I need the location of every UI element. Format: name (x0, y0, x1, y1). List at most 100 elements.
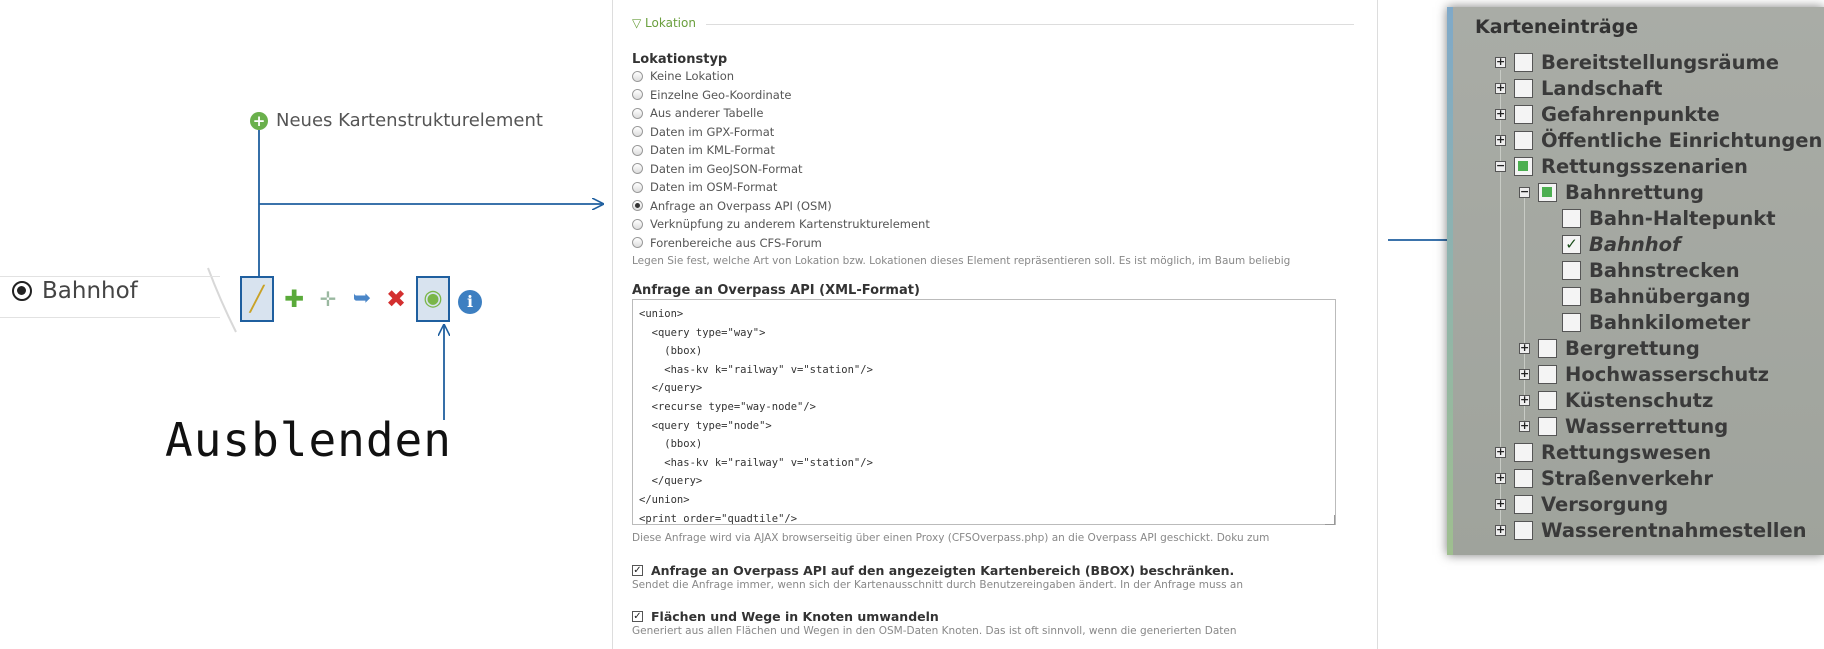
tree-checkbox[interactable] (1514, 78, 1533, 98)
tree-checkbox[interactable] (1514, 130, 1533, 150)
tree-item[interactable]: + Gefahrenpunkte (1495, 101, 1720, 127)
radio-button[interactable] (632, 70, 643, 82)
bbox-checkbox[interactable]: ✓ (632, 565, 643, 576)
expand-icon[interactable]: + (1495, 108, 1506, 120)
fieldset-legend-lokation[interactable]: ▽ Lokation (632, 16, 696, 30)
delete-icon[interactable]: ✖ (382, 281, 410, 317)
radio-option[interactable]: Daten im KML-Format (632, 141, 930, 160)
nodes-option[interactable]: ✓ Flächen und Wege in Knoten umwandeln (632, 609, 939, 624)
expand-icon[interactable]: + (1519, 394, 1530, 406)
tree-item[interactable]: + Wasserrettung (1519, 413, 1728, 439)
radio-button[interactable] (632, 218, 643, 230)
tree-item-label: Öffentliche Einrichtungen (1541, 128, 1823, 152)
expand-icon[interactable]: + (1519, 342, 1530, 354)
tree-checkbox[interactable] (1562, 208, 1581, 228)
tree-item[interactable]: + Wasserentnahmestellen (1495, 517, 1807, 543)
tree-checkbox[interactable] (1538, 338, 1557, 358)
tree-checkbox[interactable] (1538, 364, 1557, 384)
tree-item[interactable]: + Versorgung (1495, 491, 1668, 517)
info-icon[interactable]: i (456, 281, 484, 317)
radio-label: Daten im GPX-Format (650, 124, 775, 139)
expand-icon[interactable]: + (1495, 498, 1506, 510)
radio-option[interactable]: Daten im GPX-Format (632, 123, 930, 142)
tree-checkbox[interactable] (1538, 390, 1557, 410)
radio-button[interactable] (632, 107, 643, 119)
radio-option[interactable]: Daten im GeoJSON-Format (632, 160, 930, 179)
collapse-icon[interactable]: − (1519, 186, 1530, 198)
radio-button-selected[interactable] (632, 200, 643, 212)
radio-option[interactable]: Daten im OSM-Format (632, 178, 930, 197)
tree-item[interactable]: − Bahnrettung (1519, 179, 1704, 205)
radio-label: Daten im OSM-Format (650, 180, 778, 195)
resize-handle-icon[interactable] (1325, 515, 1335, 525)
tree-item[interactable]: + Hochwasserschutz (1519, 361, 1769, 387)
radio-button[interactable] (632, 144, 643, 156)
tree-checkbox[interactable]: ✓ (1562, 234, 1581, 254)
tree-item[interactable]: + Landschaft (1495, 75, 1662, 101)
location-type-radio-group: Keine Lokation Einzelne Geo-Koordinate A… (632, 67, 930, 252)
tree-item[interactable]: + Straßenverkehr (1495, 465, 1713, 491)
collapse-icon[interactable]: − (1495, 160, 1506, 172)
tree-item[interactable]: Bahnübergang (1543, 283, 1750, 309)
expand-icon[interactable]: + (1495, 82, 1506, 94)
add-icon[interactable]: ✚ (280, 281, 308, 317)
new-map-element-action[interactable]: + Neues Kartenstrukturelement (250, 110, 543, 131)
tree-item[interactable]: + Bergrettung (1519, 335, 1700, 361)
move-icon[interactable]: ➥ (348, 281, 376, 317)
overpass-query-textarea[interactable]: <union> <query type="way"> (bbox) <has-k… (632, 299, 1336, 525)
radio-option-selected[interactable]: Anfrage an Overpass API (OSM) (632, 197, 930, 216)
add-child-icon[interactable]: ✛ (314, 281, 342, 317)
tree-checkbox[interactable] (1562, 312, 1581, 332)
radio-button[interactable] (632, 126, 643, 138)
tree-item[interactable]: − Rettungsszenarien (1495, 153, 1748, 179)
tree-checkbox[interactable] (1514, 494, 1533, 514)
tree-checkbox[interactable] (1562, 260, 1581, 280)
radio-button[interactable] (632, 237, 643, 249)
location-type-label: Lokationstyp (632, 52, 728, 67)
tree-node-bahnhof[interactable]: Bahnhof (12, 278, 138, 304)
tree-item-label: Bahnhof (1589, 232, 1681, 256)
bbox-option[interactable]: ✓ Anfrage an Overpass API auf den angeze… (632, 563, 1234, 578)
radio-option[interactable]: Einzelne Geo-Koordinate (632, 86, 930, 105)
radio-button[interactable] (632, 181, 643, 193)
expand-icon[interactable]: + (1495, 446, 1506, 458)
tree-checkbox[interactable] (1538, 416, 1557, 436)
tree-checkbox[interactable] (1514, 520, 1533, 540)
tree-item[interactable]: + Bereitstellungsräume (1495, 49, 1779, 75)
radio-label: Daten im KML-Format (650, 143, 775, 158)
tree-checkbox[interactable] (1514, 156, 1533, 176)
tree-item[interactable]: + Küstenschutz (1519, 387, 1713, 413)
tree-checkbox[interactable] (1562, 286, 1581, 306)
tree-item[interactable]: + Rettungswesen (1495, 439, 1711, 465)
tree-checkbox[interactable] (1514, 468, 1533, 488)
nodes-hint: Generiert aus allen Flächen und Wegen in… (632, 625, 1237, 637)
expand-icon[interactable]: + (1519, 368, 1530, 380)
expand-icon[interactable]: + (1495, 134, 1506, 146)
radio-option[interactable]: Forenbereiche aus CFS-Forum (632, 234, 930, 253)
expand-icon[interactable]: + (1495, 472, 1506, 484)
tree-checkbox[interactable] (1514, 104, 1533, 124)
radio-option[interactable]: Aus anderer Tabelle (632, 104, 930, 123)
nodes-checkbox[interactable]: ✓ (632, 611, 643, 622)
radio-option[interactable]: Keine Lokation (632, 67, 930, 86)
radio-option[interactable]: Verknüpfung zu anderem Kartenstrukturele… (632, 215, 930, 234)
expand-icon[interactable]: + (1519, 420, 1530, 432)
tree-item[interactable]: ✓ Bahnhof (1543, 231, 1681, 257)
radio-button[interactable] (632, 163, 643, 175)
tree-checkbox[interactable] (1514, 52, 1533, 72)
radio-label: Daten im GeoJSON-Format (650, 161, 803, 176)
tree-item-label: Gefahrenpunkte (1541, 102, 1720, 126)
visibility-eye-icon[interactable]: ◉ (416, 276, 450, 322)
tree-checkbox[interactable] (1538, 182, 1557, 202)
tree-item[interactable]: Bahnstrecken (1543, 257, 1740, 283)
expand-icon[interactable]: + (1495, 524, 1506, 536)
tree-item[interactable]: + Öffentliche Einrichtungen (1495, 127, 1822, 153)
tree-checkbox[interactable] (1514, 442, 1533, 462)
radio-label: Keine Lokation (650, 69, 735, 84)
radio-button[interactable] (632, 89, 643, 101)
tree-item[interactable]: Bahn-Haltepunkt (1543, 205, 1776, 231)
expand-icon[interactable]: + (1495, 56, 1506, 68)
edit-icon[interactable]: ╱ (240, 276, 274, 322)
tree-item[interactable]: Bahnkilometer (1543, 309, 1750, 335)
tree-node-label: Bahnhof (42, 278, 138, 304)
